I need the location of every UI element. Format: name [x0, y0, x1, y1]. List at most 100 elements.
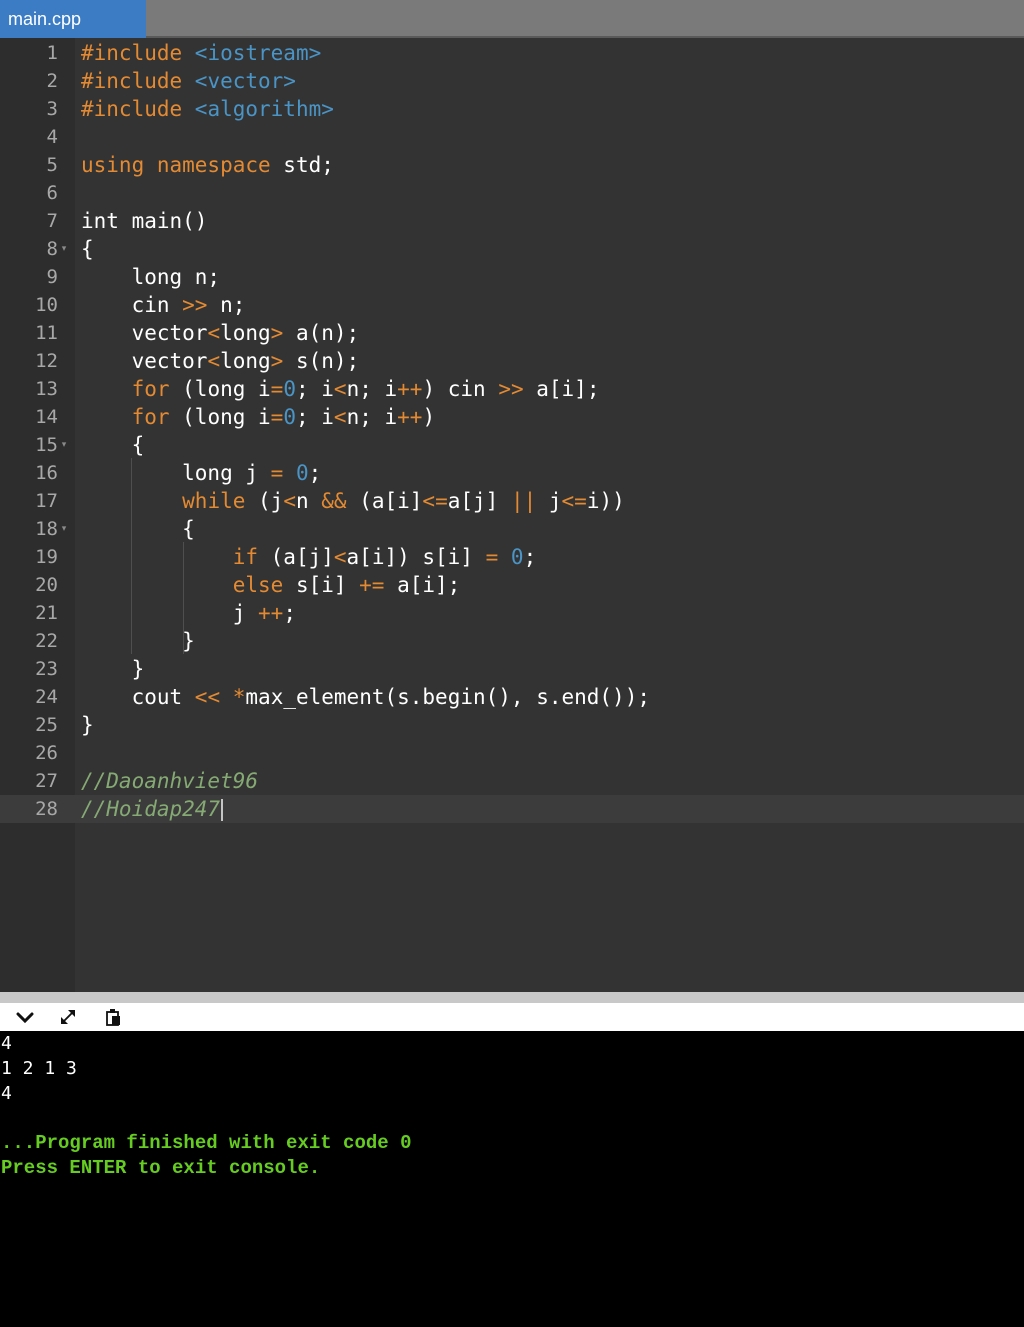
panel-splitter[interactable]	[0, 992, 1024, 1003]
code-token: if	[232, 545, 259, 569]
code-token: =	[270, 405, 284, 429]
fold-toggle-icon[interactable]: ▾	[58, 515, 70, 543]
code-token: <vector>	[194, 69, 296, 93]
collapse-console-button[interactable]	[10, 1003, 40, 1031]
code-token: std;	[270, 153, 334, 177]
code-text: vector<long> a(n);	[81, 319, 360, 347]
code-token: using namespace	[81, 153, 271, 177]
code-line[interactable]: 14 for (long i=0; i<n; i++)	[0, 403, 1024, 431]
line-number: 12	[35, 350, 58, 372]
console-output-line: 4	[1, 1033, 12, 1054]
code-line[interactable]: 11 vector<long> a(n);	[0, 319, 1024, 347]
line-number: 28	[35, 798, 58, 820]
code-token: ++	[397, 405, 423, 429]
output-console[interactable]: 4 1 2 1 3 4 ...Program finished with exi…	[0, 1031, 1024, 1327]
press-enter-message: Press ENTER to exit console.	[1, 1157, 321, 1179]
code-text: }	[81, 711, 94, 739]
code-token: #include	[81, 41, 195, 65]
code-line[interactable]: 6	[0, 179, 1024, 207]
code-line[interactable]: 8 ▾ {	[0, 235, 1024, 263]
line-number: 24	[35, 686, 58, 708]
code-line[interactable]: 21 j ++;	[0, 599, 1024, 627]
code-token: <=	[422, 489, 448, 513]
code-token: max_element(s.begin(), s.end());	[245, 685, 650, 709]
console-output-line: 4	[1, 1083, 12, 1104]
code-token: a[i];	[523, 377, 600, 401]
code-token: vector	[81, 349, 208, 373]
code-token: n;	[207, 293, 246, 317]
code-token: s[i]	[283, 573, 360, 597]
code-token: *	[232, 685, 246, 709]
code-text: //Hoidap247	[81, 795, 224, 823]
code-line[interactable]: 20 else s[i] += a[i];	[0, 571, 1024, 599]
line-number: 6	[46, 182, 58, 204]
code-token: }	[81, 713, 94, 737]
code-token: &&	[321, 489, 347, 513]
code-text: using namespace std;	[81, 151, 334, 179]
line-number: 2	[46, 70, 58, 92]
code-line[interactable]: 4	[0, 123, 1024, 151]
code-text: if (a[j]<a[i]) s[i] = 0;	[81, 543, 537, 571]
copy-output-button[interactable]	[98, 1003, 128, 1031]
code-line[interactable]: 26	[0, 739, 1024, 767]
code-line[interactable]: 1 #include <iostream>	[0, 39, 1024, 67]
code-text: for (long i=0; i<n; i++) cin >> a[i];	[81, 375, 600, 403]
code-token: ; i	[295, 405, 334, 429]
code-line[interactable]: 22 }	[0, 627, 1024, 655]
code-token: =	[270, 377, 284, 401]
code-token: ; i	[295, 377, 334, 401]
code-line[interactable]: 27 //Daoanhviet96	[0, 767, 1024, 795]
code-line[interactable]: 7 int main()	[0, 207, 1024, 235]
code-text: {	[81, 235, 94, 263]
code-line[interactable]: 10 cin >> n;	[0, 291, 1024, 319]
fold-toggle-icon[interactable]: ▾	[58, 431, 70, 459]
line-number: 18	[35, 518, 58, 540]
code-text: long n;	[81, 263, 221, 291]
code-line[interactable]: 24 cout << *max_element(s.begin(), s.end…	[0, 683, 1024, 711]
line-number: 25	[35, 714, 58, 736]
code-token: =	[270, 461, 284, 485]
code-text: j ++;	[81, 599, 296, 627]
line-number: 14	[35, 406, 58, 428]
code-token: <	[333, 377, 347, 401]
code-editor[interactable]: 1 #include <iostream> 2 #include <vector> 3 #…	[0, 38, 1024, 992]
expand-console-button[interactable]	[53, 1003, 83, 1031]
code-line[interactable]: 28 //Hoidap247	[0, 795, 1024, 823]
line-number: 26	[35, 742, 58, 764]
code-line[interactable]: 19 if (a[j]<a[i]) s[i] = 0;	[0, 543, 1024, 571]
file-tab-bar: main.cpp	[0, 0, 1024, 38]
code-line[interactable]: 13 for (long i=0; i<n; i++) cin >> a[i];	[0, 375, 1024, 403]
code-line[interactable]: 23 }	[0, 655, 1024, 683]
code-token: (long i	[169, 377, 271, 401]
code-text: }	[81, 627, 195, 655]
code-line[interactable]: 3 #include <algorithm>	[0, 95, 1024, 123]
line-number: 10	[35, 294, 58, 316]
code-line[interactable]: 16 long j = 0;	[0, 459, 1024, 487]
exit-code-message: ...Program finished with exit code 0	[1, 1132, 412, 1154]
code-token: )	[422, 405, 436, 429]
code-token: a(n);	[283, 321, 360, 345]
code-token: i))	[586, 489, 625, 513]
code-token: ||	[510, 489, 537, 513]
code-token: ;	[308, 461, 322, 485]
code-line[interactable]: 2 #include <vector>	[0, 67, 1024, 95]
code-line[interactable]: 25}	[0, 711, 1024, 739]
code-line[interactable]: 12 vector<long> s(n);	[0, 347, 1024, 375]
code-token: >>	[498, 377, 524, 401]
code-line[interactable]: 15 ▾ {	[0, 431, 1024, 459]
line-number: 20	[35, 574, 58, 596]
console-output-line: 1 2 1 3	[1, 1058, 77, 1079]
code-line[interactable]: 5 using namespace std;	[0, 151, 1024, 179]
code-line[interactable]: 18 ▾ {	[0, 515, 1024, 543]
code-line[interactable]: 17 while (j<n && (a[i]<=a[j] || j<=i))	[0, 487, 1024, 515]
line-number: 23	[35, 658, 58, 680]
code-token: ) cin	[422, 377, 499, 401]
code-line[interactable]: 9 long n;	[0, 263, 1024, 291]
fold-toggle-icon[interactable]: ▾	[58, 235, 70, 263]
file-tab-main-cpp[interactable]: main.cpp	[0, 0, 146, 38]
code-token: }	[81, 657, 145, 681]
code-token: long	[220, 349, 271, 373]
